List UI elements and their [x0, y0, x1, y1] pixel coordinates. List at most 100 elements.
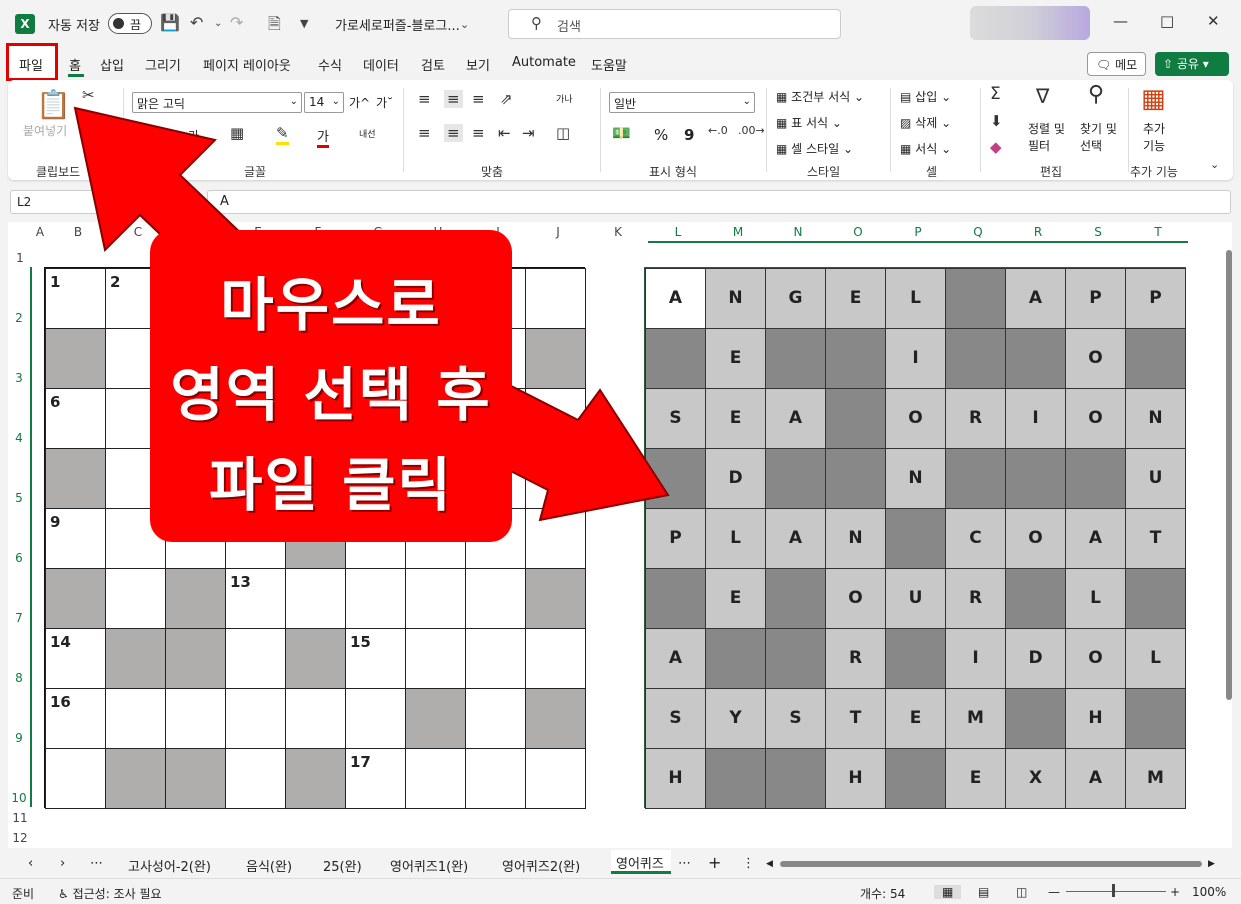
tab-insert[interactable]: 삽입 — [100, 55, 124, 74]
puzzle-cell[interactable] — [45, 328, 106, 389]
sort-filter-label[interactable]: 정렬 및필터 — [1028, 120, 1065, 154]
sheet-options-icon[interactable]: ⋮ — [742, 856, 755, 871]
insert-cells-button[interactable]: ▤ 삽입 ⌄ — [900, 88, 951, 105]
align-bottom-icon[interactable]: ≡ — [472, 90, 485, 108]
tab-data[interactable]: 데이터 — [363, 55, 399, 74]
answer-cell[interactable]: E — [705, 328, 766, 389]
font-shrink-button[interactable]: 가˘ — [376, 94, 393, 111]
accounting-format-icon[interactable]: 💵 — [612, 124, 631, 142]
puzzle-cell[interactable] — [225, 628, 286, 689]
puzzle-cell[interactable] — [105, 688, 166, 749]
answer-cell[interactable]: N — [885, 448, 946, 509]
answer-cell[interactable] — [825, 328, 886, 389]
row-header-2[interactable]: 2 — [8, 267, 32, 327]
puzzle-cell[interactable] — [525, 628, 586, 689]
paste-label[interactable]: 붙여넣기 — [23, 122, 67, 139]
tab-review[interactable]: 검토 — [421, 55, 445, 74]
answer-cell[interactable] — [765, 568, 826, 629]
tab-draw[interactable]: 그리기 — [145, 55, 181, 74]
puzzle-cell[interactable] — [405, 748, 466, 809]
number-format-select[interactable]: 일반⌄ — [609, 92, 755, 113]
answer-cell[interactable]: I — [1005, 388, 1066, 449]
name-box[interactable]: L2 — [10, 190, 193, 214]
answer-cell[interactable]: A — [765, 388, 826, 449]
font-name-select[interactable]: 맑은 고딕⌄ — [132, 92, 302, 113]
answer-cell[interactable]: Y — [705, 688, 766, 749]
print-preview-icon[interactable]: 🗎 — [268, 13, 281, 40]
answer-cell[interactable] — [1005, 568, 1066, 629]
answer-cell[interactable] — [765, 628, 826, 689]
answer-cell[interactable] — [945, 268, 1006, 329]
add-sheet-icon[interactable]: + — [708, 853, 721, 872]
cell-styles-button[interactable]: ▦ 셀 스타일 ⌄ — [776, 140, 853, 157]
row-header-3[interactable]: 3 — [8, 327, 32, 387]
answer-cell[interactable] — [705, 628, 766, 689]
answer-cell[interactable]: H — [825, 748, 886, 809]
puzzle-cell[interactable] — [45, 568, 106, 629]
answer-cell[interactable]: O — [1065, 388, 1126, 449]
answer-cell[interactable] — [1065, 448, 1126, 509]
answer-cell[interactable] — [885, 748, 946, 809]
undo-dropdown-icon[interactable]: ⌄ — [214, 18, 222, 29]
minimize-icon[interactable]: — — [1113, 12, 1128, 30]
tab-formulas[interactable]: 수식 — [318, 55, 342, 74]
title-chevron-down-icon[interactable]: ⌄ — [460, 18, 469, 31]
answer-cell[interactable]: O — [825, 568, 886, 629]
puzzle-cell[interactable] — [285, 568, 346, 629]
column-header-r[interactable]: R — [1008, 222, 1068, 243]
answer-cell[interactable] — [885, 628, 946, 689]
puzzle-cell[interactable]: 16 — [45, 688, 106, 749]
tab-help[interactable]: 도움말 — [591, 55, 627, 74]
answer-cell[interactable]: D — [1005, 628, 1066, 689]
answer-cell[interactable]: P — [1065, 268, 1126, 329]
answer-cell[interactable]: O — [1065, 628, 1126, 689]
answer-cell[interactable]: L — [1125, 628, 1186, 689]
column-header-k[interactable]: K — [588, 222, 648, 243]
puzzle-cell[interactable] — [465, 748, 526, 809]
page-break-view-icon[interactable]: ◫ — [1016, 885, 1027, 899]
answer-cell[interactable]: H — [1065, 688, 1126, 749]
align-middle-icon[interactable]: ≡ — [444, 90, 463, 108]
row-header-6[interactable]: 6 — [8, 507, 32, 567]
answer-cell[interactable]: P — [1125, 268, 1186, 329]
puzzle-cell[interactable] — [345, 688, 406, 749]
answer-cell[interactable]: R — [825, 628, 886, 689]
answer-cell[interactable] — [1125, 568, 1186, 629]
puzzle-cell[interactable] — [405, 568, 466, 629]
autosave-toggle[interactable]: 끔 — [108, 13, 152, 34]
row-header-4[interactable]: 4 — [8, 387, 32, 447]
clear-icon[interactable]: ◆ — [990, 138, 1002, 156]
sheet-tab[interactable]: 25(완) — [323, 856, 362, 875]
answer-cell[interactable]: H — [645, 748, 706, 809]
answer-cell[interactable]: E — [885, 688, 946, 749]
zoom-level[interactable]: 100% — [1192, 885, 1226, 899]
answer-cell[interactable]: A — [645, 628, 706, 689]
font-grow-button[interactable]: 가^ — [349, 94, 370, 111]
align-left-icon[interactable]: ≡ — [418, 124, 431, 142]
answer-cell[interactable]: N — [705, 268, 766, 329]
find-select-icon[interactable]: ⚲ — [1088, 82, 1104, 107]
answer-cell[interactable]: M — [945, 688, 1006, 749]
row-header-1[interactable]: 1 — [8, 245, 32, 267]
format-as-table-button[interactable]: ▦ 표 서식 ⌄ — [776, 114, 842, 131]
answer-cell[interactable]: L — [705, 508, 766, 569]
answer-cell[interactable]: E — [705, 388, 766, 449]
puzzle-cell[interactable] — [285, 748, 346, 809]
zoom-out-icon[interactable]: — — [1048, 885, 1060, 899]
puzzle-cell[interactable]: 15 — [345, 628, 406, 689]
puzzle-cell[interactable] — [405, 628, 466, 689]
answer-cell[interactable]: A — [645, 268, 706, 329]
decrease-decimal-icon[interactable]: .00→ — [738, 124, 765, 137]
puzzle-cell[interactable] — [225, 748, 286, 809]
align-top-icon[interactable]: ≡ — [418, 90, 431, 108]
puzzle-cell[interactable]: 14 — [45, 628, 106, 689]
tab-home[interactable]: 홈 — [69, 55, 81, 74]
horizontal-scrollbar[interactable] — [780, 861, 1202, 867]
answer-cell[interactable] — [645, 568, 706, 629]
puzzle-cell[interactable] — [165, 628, 226, 689]
autosum-icon[interactable]: Σ — [990, 84, 1001, 104]
tab-file[interactable]: 파일 — [6, 43, 58, 81]
answer-cell[interactable]: S — [765, 688, 826, 749]
save-icon[interactable]: 💾 — [160, 13, 180, 32]
answer-cell[interactable] — [1125, 688, 1186, 749]
